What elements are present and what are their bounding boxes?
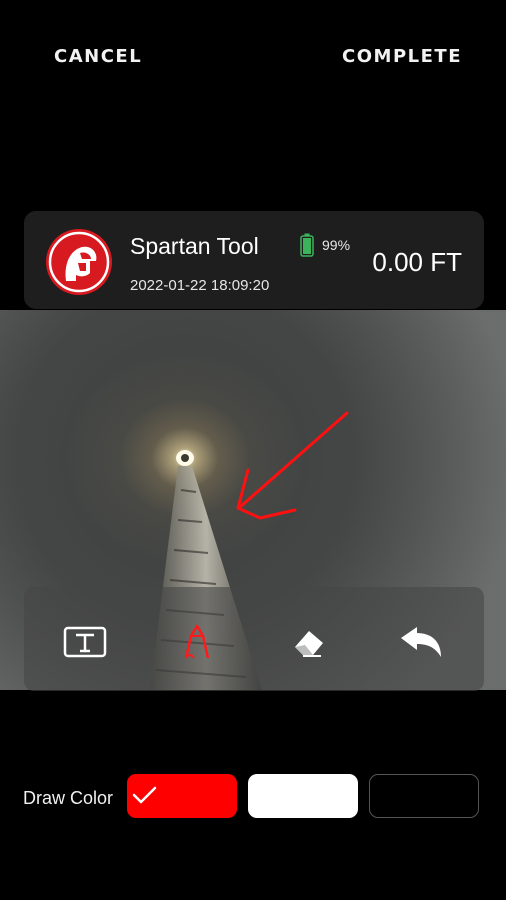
annotation-toolbar: [24, 587, 484, 691]
color-swatch-black[interactable]: [369, 774, 479, 818]
eraser-icon: [295, 631, 323, 657]
device-info-card: Spartan Tool 99% 2022-01-22 18:09:20 0.0…: [24, 211, 484, 309]
battery-percentage: 99%: [322, 237, 351, 253]
spartan-logo-icon: [46, 229, 112, 295]
battery-icon: [300, 233, 314, 257]
color-swatch-white[interactable]: [248, 774, 358, 818]
eraser-button[interactable]: [286, 619, 332, 665]
cancel-button[interactable]: CANCEL: [54, 46, 142, 67]
draw-color-row: Draw Color: [0, 772, 506, 822]
text-tool-button[interactable]: [62, 619, 108, 665]
undo-button[interactable]: [398, 619, 444, 665]
distance-readout: 0.00 FT: [372, 247, 462, 277]
undo-icon: [401, 627, 441, 657]
draw-color-label: Draw Color: [23, 788, 114, 808]
color-swatch-red[interactable]: [127, 774, 237, 818]
complete-button[interactable]: COMPLETE: [342, 46, 462, 67]
pen-tool-button[interactable]: [174, 619, 220, 665]
top-bar: CANCEL COMPLETE: [0, 0, 506, 110]
checkmark-icon: [132, 786, 157, 804]
device-title: Spartan Tool: [130, 233, 259, 259]
pen-tool-icon: [184, 624, 210, 659]
text-tool-icon: [63, 626, 107, 658]
capture-datetime: 2022-01-22 18:09:20: [130, 277, 270, 294]
